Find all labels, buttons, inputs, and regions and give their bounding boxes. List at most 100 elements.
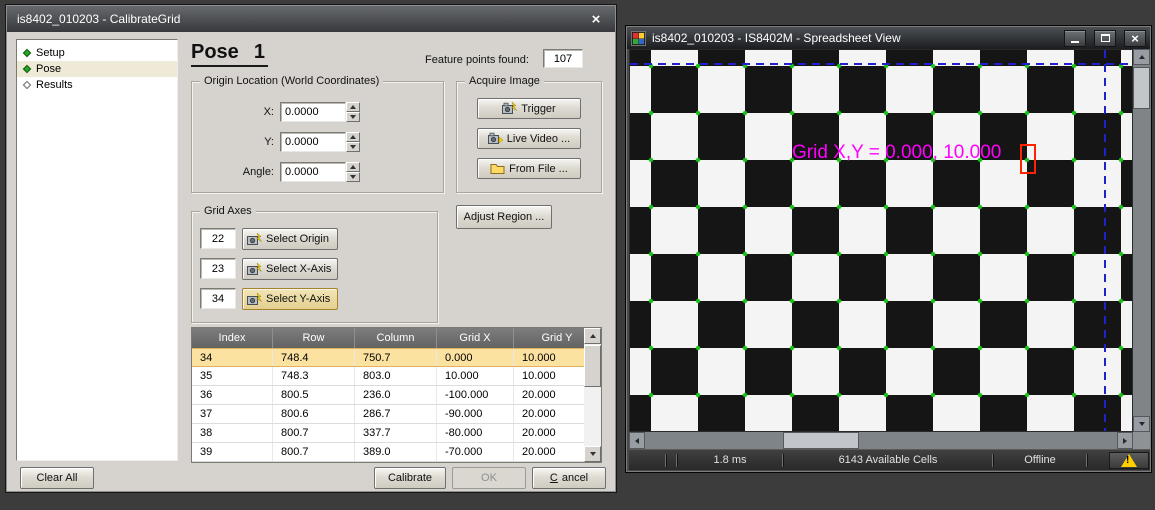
up-arrow-icon xyxy=(590,334,596,338)
feature-points-value: 107 xyxy=(543,49,583,68)
grid-y-axis-line xyxy=(1104,50,1106,431)
feature-points-label: Feature points found: xyxy=(425,54,529,66)
y-axis-cell-field[interactable]: 34 xyxy=(200,288,236,309)
table-row-selected[interactable]: 34 748.4 750.7 0.000 10.000 xyxy=(192,348,601,367)
spin-down-button[interactable] xyxy=(346,172,360,182)
diamond-bullet-icon xyxy=(23,81,31,89)
acquisition-time-status: 1.8 ms xyxy=(678,450,782,470)
button-label: Select Y-Axis xyxy=(266,293,330,305)
table-cell: 236.0 xyxy=(355,386,437,404)
live-video-button[interactable]: Live Video ... xyxy=(477,128,581,149)
table-cell: 800.6 xyxy=(273,405,355,423)
available-cells-status: 6143 Available Cells xyxy=(784,450,992,470)
sidebar-item-results[interactable]: Results xyxy=(17,77,177,93)
scroll-down-button[interactable] xyxy=(584,446,601,462)
table-scrollbar[interactable] xyxy=(584,328,601,462)
table-header: Index Row Column Grid X Grid Y xyxy=(192,328,601,348)
close-button[interactable]: × xyxy=(1124,30,1146,47)
table-row[interactable]: 37 800.6 286.7 -90.000 20.000 xyxy=(192,405,601,424)
button-label: Live Video ... xyxy=(507,133,570,145)
diamond-bullet-icon xyxy=(23,65,31,73)
sidebar-item-pose[interactable]: Pose xyxy=(17,61,177,77)
status-separator xyxy=(1086,454,1088,467)
warning-button[interactable]: ! xyxy=(1109,452,1149,469)
scroll-right-button[interactable] xyxy=(1117,432,1133,449)
table-cell: 800.7 xyxy=(273,443,355,461)
grid-x-axis-line xyxy=(630,63,1132,65)
down-arrow-icon xyxy=(590,452,596,456)
origin-location-group: Origin Location (World Coordinates) X: 0… xyxy=(191,81,444,193)
close-icon[interactable]: × xyxy=(587,10,605,28)
table-cell: 337.7 xyxy=(355,424,437,442)
table-row[interactable]: 39 800.7 389.0 -70.000 20.000 xyxy=(192,443,601,462)
select-x-axis-button[interactable]: Select X-Axis xyxy=(242,258,338,280)
table-header-cell: Grid X xyxy=(437,328,514,348)
adjust-region-button[interactable]: Adjust Region ... xyxy=(456,205,552,229)
calibrategrid-titlebar[interactable]: is8402_010203 - CalibrateGrid × xyxy=(7,6,615,32)
grid-axes-group: Grid Axes 22 Select Origin 23 Select X-A… xyxy=(191,211,438,323)
table-row[interactable]: 35 748.3 803.0 10.000 10.000 xyxy=(192,367,601,386)
table-row[interactable]: 36 800.5 236.0 -100.000 20.000 xyxy=(192,386,601,405)
scrollbar-thumb[interactable] xyxy=(783,432,859,449)
horizontal-scrollbar[interactable] xyxy=(629,432,1133,449)
ok-button[interactable]: OK xyxy=(452,467,526,489)
table-cell: 389.0 xyxy=(355,443,437,461)
table-cell: -100.000 xyxy=(437,386,514,404)
folder-icon xyxy=(490,161,505,176)
down-arrow-icon xyxy=(350,175,356,179)
spin-up-button[interactable] xyxy=(346,102,360,112)
angle-spinner xyxy=(346,162,360,182)
calibrate-button[interactable]: Calibrate xyxy=(374,467,446,489)
select-origin-button[interactable]: Select Origin xyxy=(242,228,338,250)
x-label: X: xyxy=(200,106,274,118)
trigger-button[interactable]: Trigger xyxy=(477,98,581,119)
status-separator xyxy=(665,454,667,467)
sidebar-item-setup[interactable]: Setup xyxy=(17,45,177,61)
table-cell: 286.7 xyxy=(355,405,437,423)
group-title: Grid Axes xyxy=(200,205,256,217)
spin-up-button[interactable] xyxy=(346,162,360,172)
maximize-button[interactable] xyxy=(1094,30,1116,47)
scroll-up-button[interactable] xyxy=(584,328,601,344)
vertical-scrollbar[interactable] xyxy=(1133,49,1150,432)
scroll-down-button[interactable] xyxy=(1133,416,1150,432)
spin-up-button[interactable] xyxy=(346,132,360,142)
scrollbar-thumb[interactable] xyxy=(584,345,601,387)
up-arrow-icon xyxy=(350,105,356,109)
clear-all-button[interactable]: Clear All xyxy=(20,467,94,489)
button-label: Clear All xyxy=(37,472,78,484)
table-row[interactable]: 38 800.7 337.7 -80.000 20.000 xyxy=(192,424,601,443)
scrollbar-thumb[interactable] xyxy=(1133,67,1150,109)
camera-icon xyxy=(247,232,262,247)
y-field[interactable]: 0.0000 xyxy=(280,132,346,152)
table-cell: 34 xyxy=(192,349,273,366)
close-icon: × xyxy=(1131,32,1139,45)
up-arrow-icon xyxy=(1139,55,1145,59)
page-title: Pose 1 xyxy=(191,41,268,67)
x-field[interactable]: 0.0000 xyxy=(280,102,346,122)
camera-image-view[interactable]: Grid X,Y = 0.000, 10.000 xyxy=(629,49,1133,432)
connection-status: Offline xyxy=(994,450,1086,470)
spreadsheet-view-window: is8402_010203 - IS8402M - Spreadsheet Vi… xyxy=(625,25,1152,473)
table-cell: -90.000 xyxy=(437,405,514,423)
table-cell: 803.0 xyxy=(355,367,437,385)
cancel-button[interactable]: Cancel xyxy=(532,467,606,489)
right-arrow-icon xyxy=(1123,438,1127,444)
table-cell: 800.5 xyxy=(273,386,355,404)
table-cell: 0.000 xyxy=(437,349,514,366)
minimize-button[interactable] xyxy=(1064,30,1086,47)
angle-field[interactable]: 0.0000 xyxy=(280,162,346,182)
button-label: Select Origin xyxy=(266,233,329,245)
spin-down-button[interactable] xyxy=(346,142,360,152)
from-file-button[interactable]: From File ... xyxy=(477,158,581,179)
origin-cell-field[interactable]: 22 xyxy=(200,228,236,249)
scroll-up-button[interactable] xyxy=(1133,49,1150,65)
select-y-axis-button[interactable]: Select Y-Axis xyxy=(242,288,338,310)
spreadsheet-titlebar[interactable]: is8402_010203 - IS8402M - Spreadsheet Vi… xyxy=(627,27,1150,49)
checkerboard-calibration-image xyxy=(630,50,1132,431)
scroll-left-button[interactable] xyxy=(629,432,645,449)
grid-xy-overlay-label: Grid X,Y = 0.000, 10.000 xyxy=(792,142,1001,164)
button-label: From File ... xyxy=(509,163,568,175)
x-axis-cell-field[interactable]: 23 xyxy=(200,258,236,279)
spin-down-button[interactable] xyxy=(346,112,360,122)
